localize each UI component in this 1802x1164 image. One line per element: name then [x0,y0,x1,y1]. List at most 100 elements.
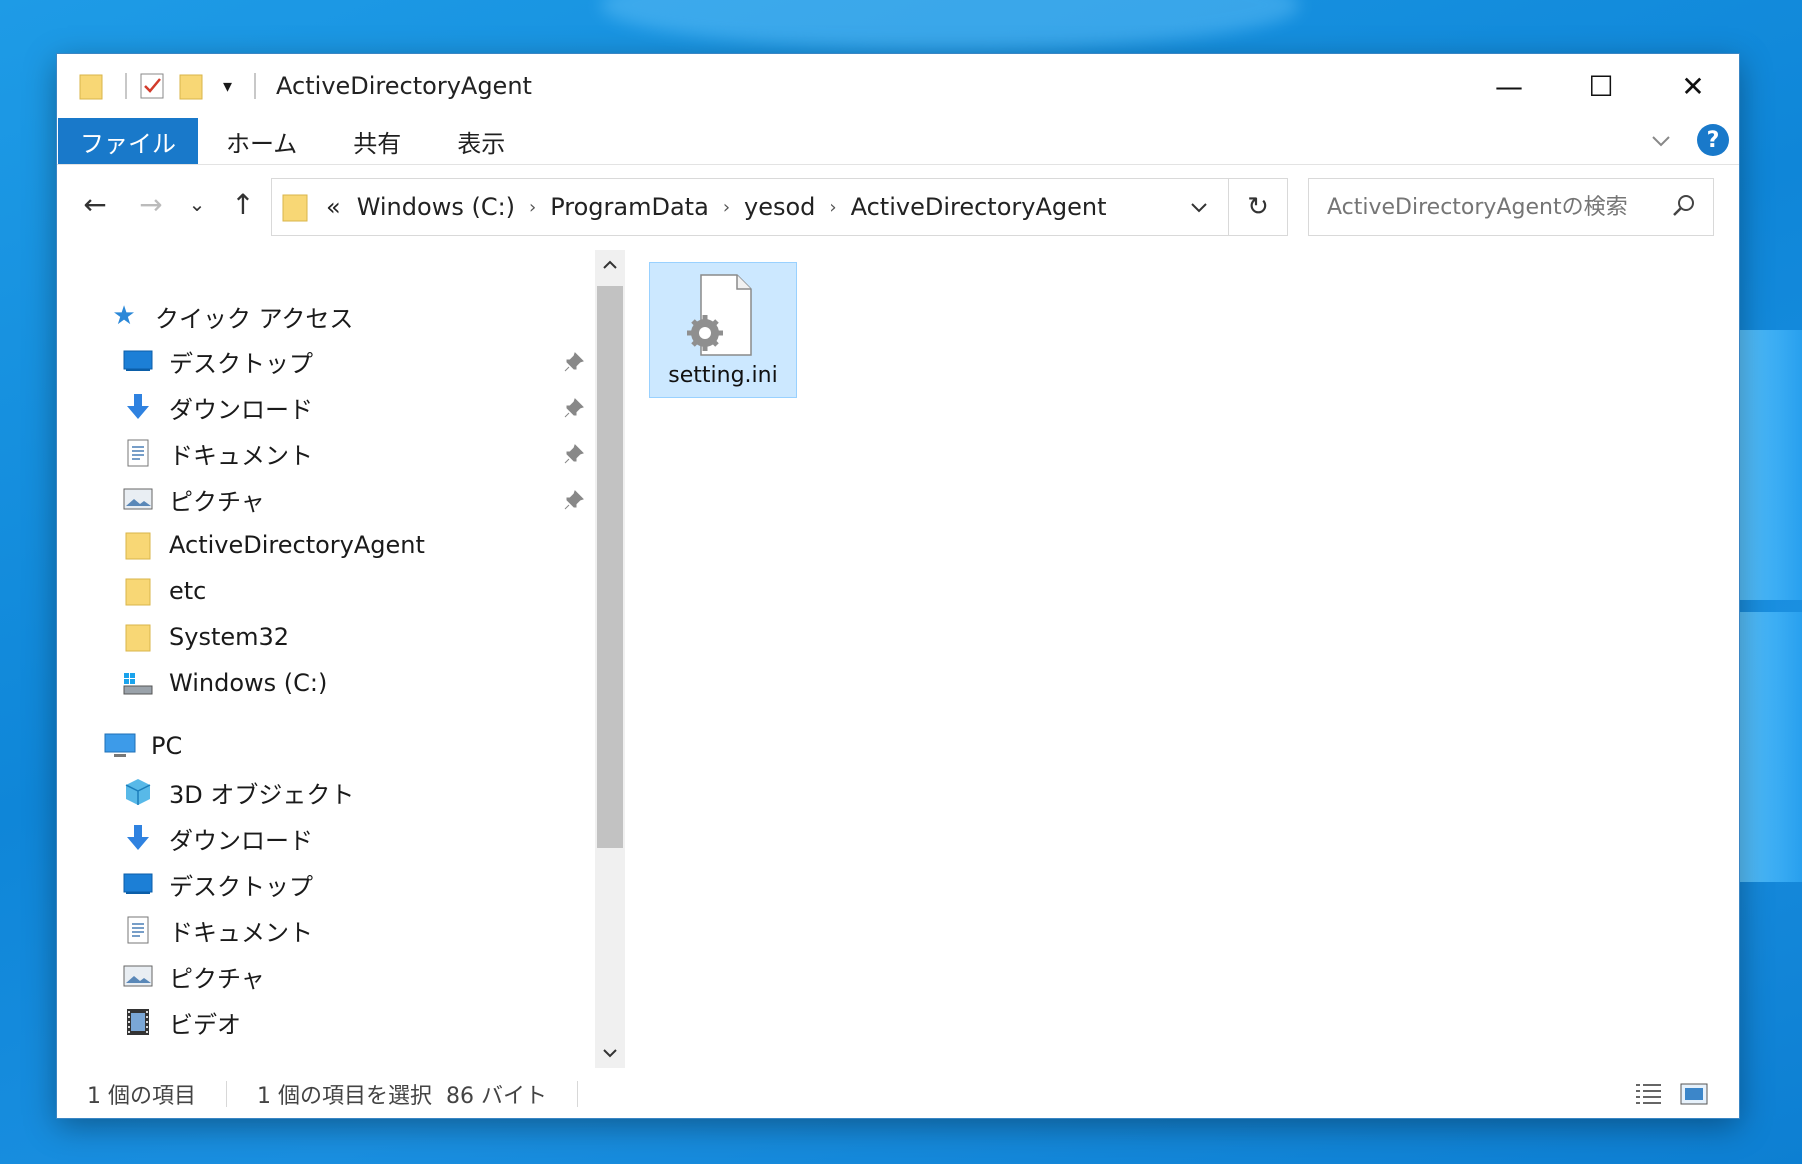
star-icon: ★ [112,301,136,331]
sidebar-item-label: etc [169,577,207,605]
minimize-button[interactable]: — [1463,54,1555,118]
desktop-light-streak [600,0,1300,50]
properties-check-icon[interactable] [139,72,165,100]
navigation-pane-scrollbar[interactable] [595,250,625,1068]
picture-icon [121,960,155,992]
folder-icon[interactable] [79,72,103,100]
download-icon [121,822,155,854]
breadcrumb-item-activedirectoryagent[interactable]: ActiveDirectoryAgent [851,193,1107,221]
up-button[interactable]: ↑ [223,184,263,224]
sidebar-item-label: ダウンロード [169,826,313,855]
maximize-button[interactable]: ☐ [1555,54,1647,118]
folder-icon [121,621,155,653]
tab-file[interactable]: ファイル [58,118,198,164]
sidebar-item-quick-access[interactable]: ★ クイック アクセス [107,294,353,338]
sidebar-item-documents-pc[interactable]: ドキュメント [121,908,313,952]
windows-logo-pane-top [1740,330,1802,600]
navigation-bar: ← → ⌄ ↑ « Windows (C:) › ProgramData › y… [57,168,1739,240]
title-bar: ▾ ActiveDirectoryAgent — ☐ ✕ [57,54,1739,118]
sidebar-item-downloads[interactable]: ダウンロード [121,385,313,429]
toolbar-separator [125,73,127,99]
ini-settings-file-icon [683,271,763,359]
tab-home[interactable]: ホーム [198,118,325,164]
navigation-pane: ★ クイック アクセス デスクトップ ダウンロード ドキュメント ピクチャ Ac… [57,244,597,1066]
quick-access-toolbar: ▾ [79,72,268,100]
window-title: ActiveDirectoryAgent [276,72,532,100]
sidebar-item-etc[interactable]: etc [121,569,206,613]
sidebar-item-label: クイック アクセス [155,304,354,333]
sidebar-item-label: ビデオ [169,1010,241,1039]
back-button[interactable]: ← [75,184,115,224]
desktop-icon [121,345,155,377]
customize-toolbar-dropdown-icon[interactable]: ▾ [223,76,232,97]
windows-logo-pane-bottom [1740,612,1802,882]
desktop-icon [121,868,155,900]
scroll-up-button[interactable] [595,250,625,280]
forward-button[interactable]: → [131,184,171,224]
sidebar-item-pictures[interactable]: ピクチャ [121,477,265,521]
video-icon [121,1006,155,1038]
sidebar-item-documents[interactable]: ドキュメント [121,431,313,475]
new-folder-icon[interactable] [179,72,203,100]
pin-icon[interactable] [563,443,585,465]
breadcrumb-item-programdata[interactable]: ProgramData [550,193,709,221]
breadcrumb-separator[interactable]: › [723,197,730,218]
recent-locations-dropdown[interactable]: ⌄ [177,184,217,224]
tab-view[interactable]: 表示 [429,118,533,164]
details-view-icon[interactable] [1633,1080,1663,1108]
scroll-down-button[interactable] [595,1038,625,1068]
close-button[interactable]: ✕ [1647,54,1739,118]
drive-icon [121,667,155,699]
tab-share[interactable]: 共有 [325,118,429,164]
sidebar-item-pictures-pc[interactable]: ピクチャ [121,954,265,998]
sidebar-item-activedirectoryagent[interactable]: ActiveDirectoryAgent [121,523,425,567]
sidebar-item-label: ドキュメント [169,918,313,947]
sidebar-item-desktop[interactable]: デスクトップ [121,339,313,383]
expand-ribbon-chevron-icon[interactable] [1649,128,1673,152]
help-button[interactable]: ? [1697,124,1729,156]
sidebar-item-label: デスクトップ [169,872,313,901]
search-box[interactable] [1308,178,1714,236]
sidebar-item-pc[interactable]: PC [103,724,182,768]
ribbon-tabs: ファイル ホーム 共有 表示 ? [57,118,1739,165]
pc-icon [103,730,137,762]
sidebar-item-label: ピクチャ [169,964,265,993]
breadcrumb-item-yesod[interactable]: yesod [744,193,815,221]
sidebar-item-downloads-pc[interactable]: ダウンロード [121,816,313,860]
pin-icon[interactable] [563,351,585,373]
address-bar[interactable]: « Windows (C:) › ProgramData › yesod › A… [271,178,1288,236]
status-separator [576,1081,578,1107]
search-input[interactable] [1325,193,1659,221]
file-name: setting.ini [668,363,778,388]
sidebar-item-videos-pc[interactable]: ビデオ [121,1000,241,1044]
breadcrumb-overflow[interactable]: « [326,193,341,221]
sidebar-item-3d-objects[interactable]: 3D オブジェクト [121,770,354,814]
file-list-area[interactable]: setting.ini [629,244,1739,1066]
address-history-dropdown[interactable] [1173,179,1225,235]
sidebar-item-windows-c[interactable]: Windows (C:) [121,661,327,705]
breadcrumb-separator[interactable]: › [829,197,836,218]
large-icons-view-icon[interactable] [1679,1080,1709,1108]
breadcrumb-separator[interactable]: › [529,197,536,218]
file-item-setting-ini[interactable]: setting.ini [649,262,797,398]
refresh-button[interactable]: ↻ [1228,179,1287,235]
sidebar-item-label: ActiveDirectoryAgent [169,531,425,559]
scrollbar-thumb[interactable] [597,286,623,848]
sidebar-item-label: デスクトップ [169,349,313,378]
sidebar-item-label: PC [151,732,183,760]
document-icon [121,914,155,946]
sidebar-item-desktop-pc[interactable]: デスクトップ [121,862,313,906]
folder-icon [282,194,308,222]
folder-icon [121,575,155,607]
pin-icon[interactable] [563,397,585,419]
search-icon[interactable] [1671,193,1697,219]
view-toggle-group [1633,1080,1709,1108]
pin-icon[interactable] [563,489,585,511]
sidebar-item-system32[interactable]: System32 [121,615,289,659]
sidebar-item-label: System32 [169,623,290,651]
folder-icon [121,529,155,561]
breadcrumb-item-windows-c[interactable]: Windows (C:) [357,193,515,221]
chevron-down-icon [1191,203,1207,213]
download-icon [121,391,155,423]
picture-icon [121,483,155,515]
